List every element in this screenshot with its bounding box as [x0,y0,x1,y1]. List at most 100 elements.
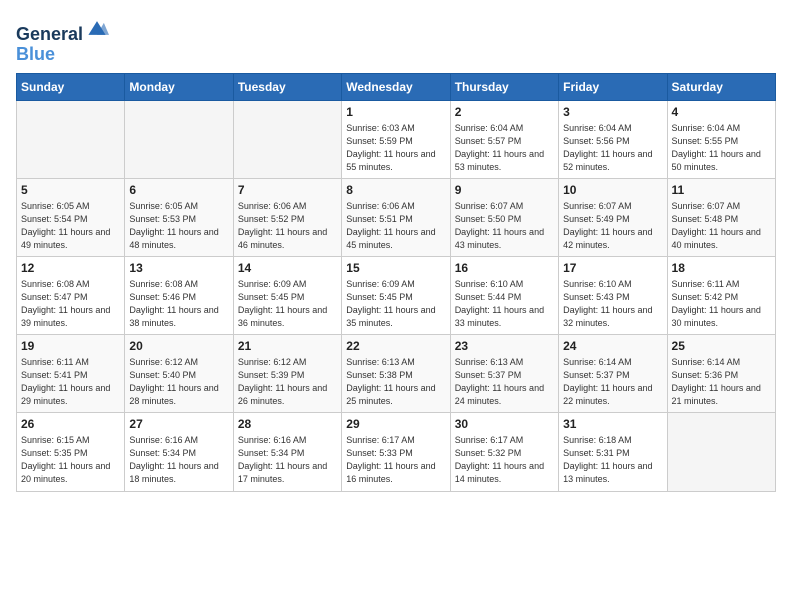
day-number: 8 [346,183,445,197]
day-number: 23 [455,339,554,353]
day-number: 6 [129,183,228,197]
calendar-cell: 27 Sunrise: 6:16 AM Sunset: 5:34 PM Dayl… [125,413,233,491]
day-info: Sunrise: 6:03 AM Sunset: 5:59 PM Dayligh… [346,122,445,174]
calendar-cell: 1 Sunrise: 6:03 AM Sunset: 5:59 PM Dayli… [342,100,450,178]
day-number: 19 [21,339,120,353]
calendar-cell: 26 Sunrise: 6:15 AM Sunset: 5:35 PM Dayl… [17,413,125,491]
calendar-cell: 15 Sunrise: 6:09 AM Sunset: 5:45 PM Dayl… [342,256,450,334]
day-number: 9 [455,183,554,197]
day-number: 20 [129,339,228,353]
day-info: Sunrise: 6:11 AM Sunset: 5:42 PM Dayligh… [672,278,771,330]
day-info: Sunrise: 6:04 AM Sunset: 5:56 PM Dayligh… [563,122,662,174]
day-info: Sunrise: 6:18 AM Sunset: 5:31 PM Dayligh… [563,434,662,486]
calendar-cell: 30 Sunrise: 6:17 AM Sunset: 5:32 PM Dayl… [450,413,558,491]
logo: General Blue [16,16,109,65]
day-info: Sunrise: 6:04 AM Sunset: 5:57 PM Dayligh… [455,122,554,174]
calendar-cell: 24 Sunrise: 6:14 AM Sunset: 5:37 PM Dayl… [559,335,667,413]
calendar-cell: 8 Sunrise: 6:06 AM Sunset: 5:51 PM Dayli… [342,178,450,256]
calendar-week-row: 26 Sunrise: 6:15 AM Sunset: 5:35 PM Dayl… [17,413,776,491]
calendar-cell: 9 Sunrise: 6:07 AM Sunset: 5:50 PM Dayli… [450,178,558,256]
calendar-cell: 7 Sunrise: 6:06 AM Sunset: 5:52 PM Dayli… [233,178,341,256]
calendar-cell: 31 Sunrise: 6:18 AM Sunset: 5:31 PM Dayl… [559,413,667,491]
day-info: Sunrise: 6:07 AM Sunset: 5:49 PM Dayligh… [563,200,662,252]
day-header-saturday: Saturday [667,73,775,100]
day-info: Sunrise: 6:16 AM Sunset: 5:34 PM Dayligh… [238,434,337,486]
day-info: Sunrise: 6:13 AM Sunset: 5:37 PM Dayligh… [455,356,554,408]
calendar-week-row: 12 Sunrise: 6:08 AM Sunset: 5:47 PM Dayl… [17,256,776,334]
day-number: 21 [238,339,337,353]
day-info: Sunrise: 6:17 AM Sunset: 5:33 PM Dayligh… [346,434,445,486]
logo-text: General [16,16,109,45]
day-number: 10 [563,183,662,197]
day-header-sunday: Sunday [17,73,125,100]
calendar-week-row: 19 Sunrise: 6:11 AM Sunset: 5:41 PM Dayl… [17,335,776,413]
day-info: Sunrise: 6:04 AM Sunset: 5:55 PM Dayligh… [672,122,771,174]
calendar-cell: 14 Sunrise: 6:09 AM Sunset: 5:45 PM Dayl… [233,256,341,334]
day-number: 7 [238,183,337,197]
calendar-cell: 12 Sunrise: 6:08 AM Sunset: 5:47 PM Dayl… [17,256,125,334]
calendar-week-row: 5 Sunrise: 6:05 AM Sunset: 5:54 PM Dayli… [17,178,776,256]
day-number: 4 [672,105,771,119]
day-number: 3 [563,105,662,119]
day-number: 13 [129,261,228,275]
day-number: 18 [672,261,771,275]
day-number: 17 [563,261,662,275]
day-number: 12 [21,261,120,275]
day-number: 25 [672,339,771,353]
day-number: 28 [238,417,337,431]
calendar-cell: 3 Sunrise: 6:04 AM Sunset: 5:56 PM Dayli… [559,100,667,178]
day-number: 26 [21,417,120,431]
logo-icon [85,16,109,40]
day-info: Sunrise: 6:06 AM Sunset: 5:51 PM Dayligh… [346,200,445,252]
calendar-cell: 19 Sunrise: 6:11 AM Sunset: 5:41 PM Dayl… [17,335,125,413]
day-info: Sunrise: 6:07 AM Sunset: 5:50 PM Dayligh… [455,200,554,252]
calendar-table: SundayMondayTuesdayWednesdayThursdayFrid… [16,73,776,492]
day-info: Sunrise: 6:08 AM Sunset: 5:46 PM Dayligh… [129,278,228,330]
calendar-header-row: SundayMondayTuesdayWednesdayThursdayFrid… [17,73,776,100]
day-header-thursday: Thursday [450,73,558,100]
day-info: Sunrise: 6:05 AM Sunset: 5:53 PM Dayligh… [129,200,228,252]
day-number: 2 [455,105,554,119]
calendar-cell [233,100,341,178]
logo-blue-text: Blue [16,45,109,65]
day-number: 24 [563,339,662,353]
day-info: Sunrise: 6:15 AM Sunset: 5:35 PM Dayligh… [21,434,120,486]
calendar-cell: 28 Sunrise: 6:16 AM Sunset: 5:34 PM Dayl… [233,413,341,491]
calendar-cell: 22 Sunrise: 6:13 AM Sunset: 5:38 PM Dayl… [342,335,450,413]
day-header-tuesday: Tuesday [233,73,341,100]
calendar-cell: 2 Sunrise: 6:04 AM Sunset: 5:57 PM Dayli… [450,100,558,178]
day-info: Sunrise: 6:09 AM Sunset: 5:45 PM Dayligh… [238,278,337,330]
calendar-cell: 25 Sunrise: 6:14 AM Sunset: 5:36 PM Dayl… [667,335,775,413]
calendar-cell: 18 Sunrise: 6:11 AM Sunset: 5:42 PM Dayl… [667,256,775,334]
calendar-cell: 16 Sunrise: 6:10 AM Sunset: 5:44 PM Dayl… [450,256,558,334]
day-info: Sunrise: 6:07 AM Sunset: 5:48 PM Dayligh… [672,200,771,252]
day-number: 14 [238,261,337,275]
day-info: Sunrise: 6:12 AM Sunset: 5:39 PM Dayligh… [238,356,337,408]
calendar-cell: 13 Sunrise: 6:08 AM Sunset: 5:46 PM Dayl… [125,256,233,334]
day-header-wednesday: Wednesday [342,73,450,100]
day-number: 15 [346,261,445,275]
day-number: 11 [672,183,771,197]
calendar-cell [667,413,775,491]
day-number: 22 [346,339,445,353]
day-info: Sunrise: 6:09 AM Sunset: 5:45 PM Dayligh… [346,278,445,330]
calendar-cell: 17 Sunrise: 6:10 AM Sunset: 5:43 PM Dayl… [559,256,667,334]
page-header: General Blue [16,16,776,65]
day-info: Sunrise: 6:10 AM Sunset: 5:43 PM Dayligh… [563,278,662,330]
day-header-friday: Friday [559,73,667,100]
day-info: Sunrise: 6:05 AM Sunset: 5:54 PM Dayligh… [21,200,120,252]
day-number: 29 [346,417,445,431]
day-info: Sunrise: 6:10 AM Sunset: 5:44 PM Dayligh… [455,278,554,330]
calendar-cell: 6 Sunrise: 6:05 AM Sunset: 5:53 PM Dayli… [125,178,233,256]
calendar-cell: 4 Sunrise: 6:04 AM Sunset: 5:55 PM Dayli… [667,100,775,178]
day-info: Sunrise: 6:12 AM Sunset: 5:40 PM Dayligh… [129,356,228,408]
calendar-cell: 11 Sunrise: 6:07 AM Sunset: 5:48 PM Dayl… [667,178,775,256]
day-info: Sunrise: 6:14 AM Sunset: 5:36 PM Dayligh… [672,356,771,408]
calendar-week-row: 1 Sunrise: 6:03 AM Sunset: 5:59 PM Dayli… [17,100,776,178]
day-number: 27 [129,417,228,431]
calendar-cell: 20 Sunrise: 6:12 AM Sunset: 5:40 PM Dayl… [125,335,233,413]
calendar-cell: 29 Sunrise: 6:17 AM Sunset: 5:33 PM Dayl… [342,413,450,491]
day-number: 5 [21,183,120,197]
calendar-cell: 10 Sunrise: 6:07 AM Sunset: 5:49 PM Dayl… [559,178,667,256]
day-number: 31 [563,417,662,431]
